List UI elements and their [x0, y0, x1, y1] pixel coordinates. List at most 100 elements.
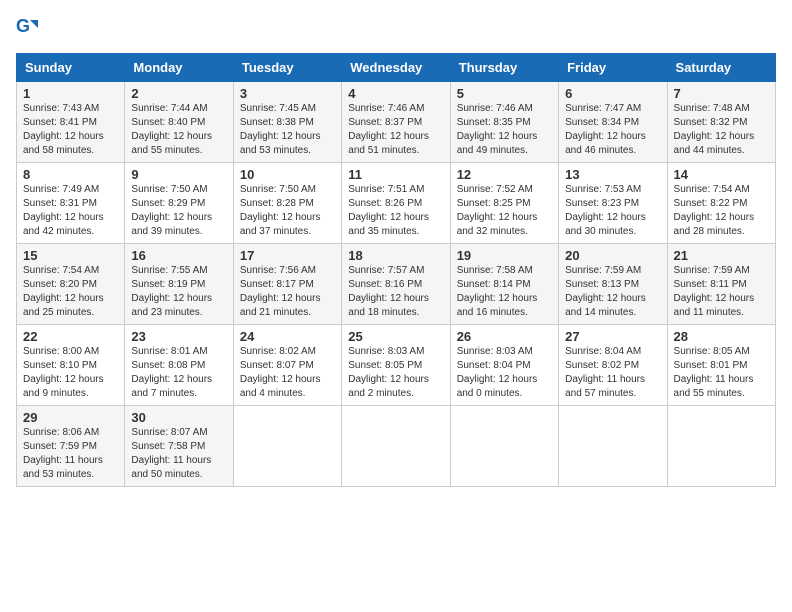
calendar-cell: 25 Sunrise: 8:03 AMSunset: 8:05 PMDaylig…	[342, 325, 450, 406]
day-info: Sunrise: 7:48 AMSunset: 8:32 PMDaylight:…	[674, 103, 755, 156]
calendar-cell	[450, 406, 558, 487]
day-info: Sunrise: 7:59 AMSunset: 8:11 PMDaylight:…	[674, 265, 755, 318]
calendar-cell	[342, 406, 450, 487]
day-info: Sunrise: 7:44 AMSunset: 8:40 PMDaylight:…	[131, 103, 212, 156]
calendar-cell: 2 Sunrise: 7:44 AMSunset: 8:40 PMDayligh…	[125, 82, 233, 163]
day-number: 6	[565, 86, 660, 101]
day-info: Sunrise: 7:46 AMSunset: 8:37 PMDaylight:…	[348, 103, 429, 156]
day-info: Sunrise: 7:54 AMSunset: 8:20 PMDaylight:…	[23, 265, 104, 318]
logo-icon: G	[16, 16, 38, 38]
logo: G	[16, 16, 40, 43]
day-number: 9	[131, 167, 226, 182]
day-info: Sunrise: 7:47 AMSunset: 8:34 PMDaylight:…	[565, 103, 646, 156]
day-info: Sunrise: 8:04 AMSunset: 8:02 PMDaylight:…	[565, 346, 645, 399]
calendar: SundayMondayTuesdayWednesdayThursdayFrid…	[16, 53, 776, 487]
day-number: 17	[240, 248, 335, 263]
day-info: Sunrise: 7:50 AMSunset: 8:28 PMDaylight:…	[240, 184, 321, 237]
day-info: Sunrise: 7:53 AMSunset: 8:23 PMDaylight:…	[565, 184, 646, 237]
calendar-cell: 8 Sunrise: 7:49 AMSunset: 8:31 PMDayligh…	[17, 163, 125, 244]
calendar-cell: 23 Sunrise: 8:01 AMSunset: 8:08 PMDaylig…	[125, 325, 233, 406]
calendar-cell: 20 Sunrise: 7:59 AMSunset: 8:13 PMDaylig…	[559, 244, 667, 325]
calendar-cell: 12 Sunrise: 7:52 AMSunset: 8:25 PMDaylig…	[450, 163, 558, 244]
day-info: Sunrise: 8:07 AMSunset: 7:58 PMDaylight:…	[131, 427, 211, 480]
day-number: 2	[131, 86, 226, 101]
day-number: 24	[240, 329, 335, 344]
day-info: Sunrise: 7:51 AMSunset: 8:26 PMDaylight:…	[348, 184, 429, 237]
calendar-cell: 24 Sunrise: 8:02 AMSunset: 8:07 PMDaylig…	[233, 325, 341, 406]
day-number: 10	[240, 167, 335, 182]
day-number: 11	[348, 167, 443, 182]
calendar-cell: 6 Sunrise: 7:47 AMSunset: 8:34 PMDayligh…	[559, 82, 667, 163]
calendar-cell: 17 Sunrise: 7:56 AMSunset: 8:17 PMDaylig…	[233, 244, 341, 325]
calendar-cell: 13 Sunrise: 7:53 AMSunset: 8:23 PMDaylig…	[559, 163, 667, 244]
day-info: Sunrise: 8:01 AMSunset: 8:08 PMDaylight:…	[131, 346, 212, 399]
day-info: Sunrise: 7:55 AMSunset: 8:19 PMDaylight:…	[131, 265, 212, 318]
week-row-4: 22 Sunrise: 8:00 AMSunset: 8:10 PMDaylig…	[17, 325, 776, 406]
day-number: 13	[565, 167, 660, 182]
day-info: Sunrise: 7:50 AMSunset: 8:29 PMDaylight:…	[131, 184, 212, 237]
calendar-cell: 18 Sunrise: 7:57 AMSunset: 8:16 PMDaylig…	[342, 244, 450, 325]
day-info: Sunrise: 7:58 AMSunset: 8:14 PMDaylight:…	[457, 265, 538, 318]
calendar-cell: 15 Sunrise: 7:54 AMSunset: 8:20 PMDaylig…	[17, 244, 125, 325]
day-number: 29	[23, 410, 118, 425]
day-number: 7	[674, 86, 769, 101]
day-number: 5	[457, 86, 552, 101]
column-header-tuesday: Tuesday	[233, 54, 341, 82]
day-number: 1	[23, 86, 118, 101]
calendar-cell: 5 Sunrise: 7:46 AMSunset: 8:35 PMDayligh…	[450, 82, 558, 163]
calendar-cell	[667, 406, 775, 487]
day-info: Sunrise: 8:03 AMSunset: 8:05 PMDaylight:…	[348, 346, 429, 399]
column-header-friday: Friday	[559, 54, 667, 82]
day-number: 16	[131, 248, 226, 263]
day-info: Sunrise: 7:57 AMSunset: 8:16 PMDaylight:…	[348, 265, 429, 318]
column-header-wednesday: Wednesday	[342, 54, 450, 82]
day-number: 22	[23, 329, 118, 344]
column-header-thursday: Thursday	[450, 54, 558, 82]
column-header-saturday: Saturday	[667, 54, 775, 82]
day-info: Sunrise: 7:49 AMSunset: 8:31 PMDaylight:…	[23, 184, 104, 237]
day-number: 15	[23, 248, 118, 263]
calendar-cell: 1 Sunrise: 7:43 AMSunset: 8:41 PMDayligh…	[17, 82, 125, 163]
calendar-cell: 26 Sunrise: 8:03 AMSunset: 8:04 PMDaylig…	[450, 325, 558, 406]
day-number: 28	[674, 329, 769, 344]
week-row-1: 1 Sunrise: 7:43 AMSunset: 8:41 PMDayligh…	[17, 82, 776, 163]
calendar-cell: 7 Sunrise: 7:48 AMSunset: 8:32 PMDayligh…	[667, 82, 775, 163]
header: G	[16, 16, 776, 43]
day-number: 20	[565, 248, 660, 263]
column-header-sunday: Sunday	[17, 54, 125, 82]
calendar-cell: 29 Sunrise: 8:06 AMSunset: 7:59 PMDaylig…	[17, 406, 125, 487]
week-row-2: 8 Sunrise: 7:49 AMSunset: 8:31 PMDayligh…	[17, 163, 776, 244]
day-info: Sunrise: 8:00 AMSunset: 8:10 PMDaylight:…	[23, 346, 104, 399]
day-number: 12	[457, 167, 552, 182]
calendar-cell: 21 Sunrise: 7:59 AMSunset: 8:11 PMDaylig…	[667, 244, 775, 325]
day-info: Sunrise: 7:52 AMSunset: 8:25 PMDaylight:…	[457, 184, 538, 237]
calendar-cell: 9 Sunrise: 7:50 AMSunset: 8:29 PMDayligh…	[125, 163, 233, 244]
day-number: 8	[23, 167, 118, 182]
day-info: Sunrise: 7:54 AMSunset: 8:22 PMDaylight:…	[674, 184, 755, 237]
calendar-cell: 4 Sunrise: 7:46 AMSunset: 8:37 PMDayligh…	[342, 82, 450, 163]
day-number: 21	[674, 248, 769, 263]
calendar-cell: 28 Sunrise: 8:05 AMSunset: 8:01 PMDaylig…	[667, 325, 775, 406]
calendar-cell: 14 Sunrise: 7:54 AMSunset: 8:22 PMDaylig…	[667, 163, 775, 244]
day-number: 27	[565, 329, 660, 344]
day-number: 14	[674, 167, 769, 182]
day-info: Sunrise: 7:43 AMSunset: 8:41 PMDaylight:…	[23, 103, 104, 156]
calendar-cell: 30 Sunrise: 8:07 AMSunset: 7:58 PMDaylig…	[125, 406, 233, 487]
calendar-cell: 11 Sunrise: 7:51 AMSunset: 8:26 PMDaylig…	[342, 163, 450, 244]
day-number: 3	[240, 86, 335, 101]
calendar-cell	[233, 406, 341, 487]
calendar-header-row: SundayMondayTuesdayWednesdayThursdayFrid…	[17, 54, 776, 82]
calendar-cell: 22 Sunrise: 8:00 AMSunset: 8:10 PMDaylig…	[17, 325, 125, 406]
calendar-cell: 16 Sunrise: 7:55 AMSunset: 8:19 PMDaylig…	[125, 244, 233, 325]
logo-block: G	[16, 16, 38, 43]
svg-text:G: G	[16, 16, 30, 36]
day-number: 23	[131, 329, 226, 344]
day-number: 26	[457, 329, 552, 344]
day-info: Sunrise: 8:06 AMSunset: 7:59 PMDaylight:…	[23, 427, 103, 480]
day-number: 19	[457, 248, 552, 263]
day-info: Sunrise: 7:46 AMSunset: 8:35 PMDaylight:…	[457, 103, 538, 156]
day-info: Sunrise: 7:45 AMSunset: 8:38 PMDaylight:…	[240, 103, 321, 156]
calendar-cell: 19 Sunrise: 7:58 AMSunset: 8:14 PMDaylig…	[450, 244, 558, 325]
day-info: Sunrise: 8:05 AMSunset: 8:01 PMDaylight:…	[674, 346, 754, 399]
column-header-monday: Monday	[125, 54, 233, 82]
